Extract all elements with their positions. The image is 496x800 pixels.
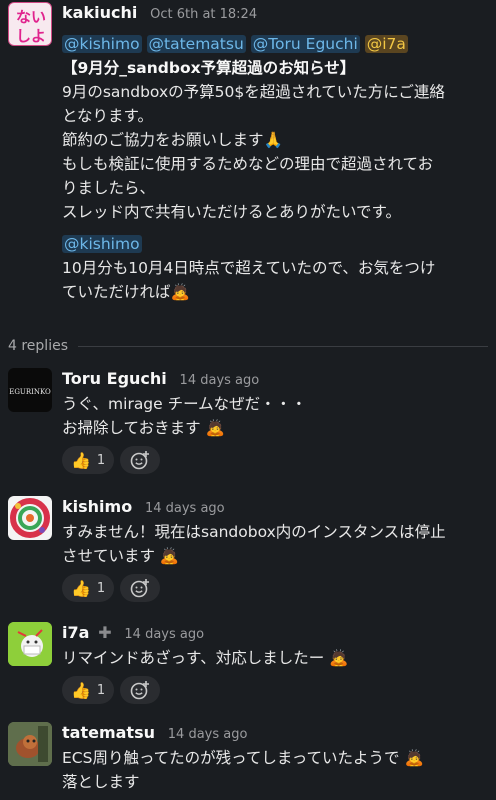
thumbs-up-reaction[interactable]: 👍 1 [62, 446, 115, 474]
mention-kishimo-2[interactable]: @kishimo [62, 235, 142, 253]
avatar-image [8, 622, 52, 666]
message-line: すみません！現在はsandobox内のインスタンスは停止 [62, 523, 446, 541]
message-line: させています 🙇 [62, 547, 180, 565]
author-name[interactable]: Toru Eguchi [62, 369, 167, 388]
avatar-image [10, 498, 50, 538]
message-line: 落とします [62, 773, 140, 791]
avatar[interactable] [8, 722, 52, 766]
message-line: りましたら、 [62, 179, 156, 197]
author-name[interactable]: i7a [62, 623, 89, 642]
message-line: リマインドあざっす、対応しましたー 🙇 [62, 649, 349, 667]
avatar[interactable] [8, 622, 52, 666]
message-line: 10月分も10月4日時点で超えていたので、お気をつけ [62, 259, 436, 277]
timestamp[interactable]: 14 days ago [124, 627, 204, 642]
add-reaction-button[interactable] [120, 676, 161, 704]
replies-divider: 4 replies [8, 338, 488, 354]
replies-count: 4 replies [8, 338, 68, 354]
author-name[interactable]: tatematsu [62, 723, 155, 742]
reaction-count: 1 [96, 580, 106, 596]
plus-icon: ✚ [98, 623, 112, 642]
svg-text:ない: ない [16, 8, 46, 26]
avatar-image: ない しよ [16, 8, 46, 45]
add-reaction-icon [130, 451, 150, 470]
author-name[interactable]: kishimo [62, 497, 132, 516]
message-line: 節約のご協力をお願いします🙏 [62, 131, 283, 149]
thumbs-up-icon: 👍 [71, 578, 91, 598]
message-line: うぐ、mirage チームなぜだ・・・ [62, 395, 307, 413]
thumbs-up-icon: 👍 [71, 450, 91, 470]
svg-text:しよ: しよ [16, 27, 46, 45]
message-line: もしも検証に使用するためなどの理由で超過されてお [62, 155, 434, 173]
add-reaction-icon [130, 681, 150, 700]
timestamp[interactable]: 14 days ago [145, 501, 225, 516]
message-line: ていただければ🙇 [62, 283, 190, 301]
message-line: 9月のsandboxの予算50$を超過されていた方にご連絡 [62, 83, 445, 101]
thumbs-up-reaction[interactable]: 👍 1 [62, 676, 115, 704]
mention-i7a[interactable]: @i7a [364, 35, 408, 53]
timestamp[interactable]: 14 days ago [180, 373, 260, 388]
thumbs-up-icon: 👍 [71, 680, 91, 700]
message-line: スレッド内で共有いただけるとありがたいです。 [62, 203, 401, 221]
divider-line [78, 345, 488, 347]
mention-tatematsu[interactable]: @tatematsu [146, 35, 246, 53]
add-reaction-button[interactable] [120, 446, 161, 474]
reaction-count: 1 [96, 452, 106, 468]
reaction-count: 1 [96, 682, 106, 698]
avatar[interactable]: EGURINKO [8, 368, 52, 412]
author-name[interactable]: kakiuchi [62, 3, 137, 22]
thumbs-up-reaction[interactable]: 👍 1 [62, 574, 115, 602]
message-line: となります。 [62, 107, 153, 125]
timestamp[interactable]: 14 days ago [168, 727, 248, 742]
add-reaction-icon [130, 579, 150, 598]
message-line: ECS周り触ってたのが残ってしまっていたようで 🙇 [62, 749, 424, 767]
message-line: お掃除しておきます 🙇 [62, 419, 225, 437]
avatar-image: EGURINKO [9, 388, 51, 396]
avatar[interactable]: ない しよ [8, 2, 52, 46]
message-title: 【9月分_sandbox予算超過のお知らせ】 [62, 59, 356, 77]
add-reaction-button[interactable] [120, 574, 161, 602]
mention-toru-eguchi[interactable]: @Toru Eguchi [250, 35, 360, 53]
avatar[interactable] [8, 496, 52, 540]
timestamp[interactable]: Oct 6th at 18:24 [150, 7, 257, 22]
avatar-image [8, 722, 52, 766]
svg-text:EGURINKO: EGURINKO [9, 388, 51, 396]
mention-kishimo[interactable]: @kishimo [62, 35, 142, 53]
